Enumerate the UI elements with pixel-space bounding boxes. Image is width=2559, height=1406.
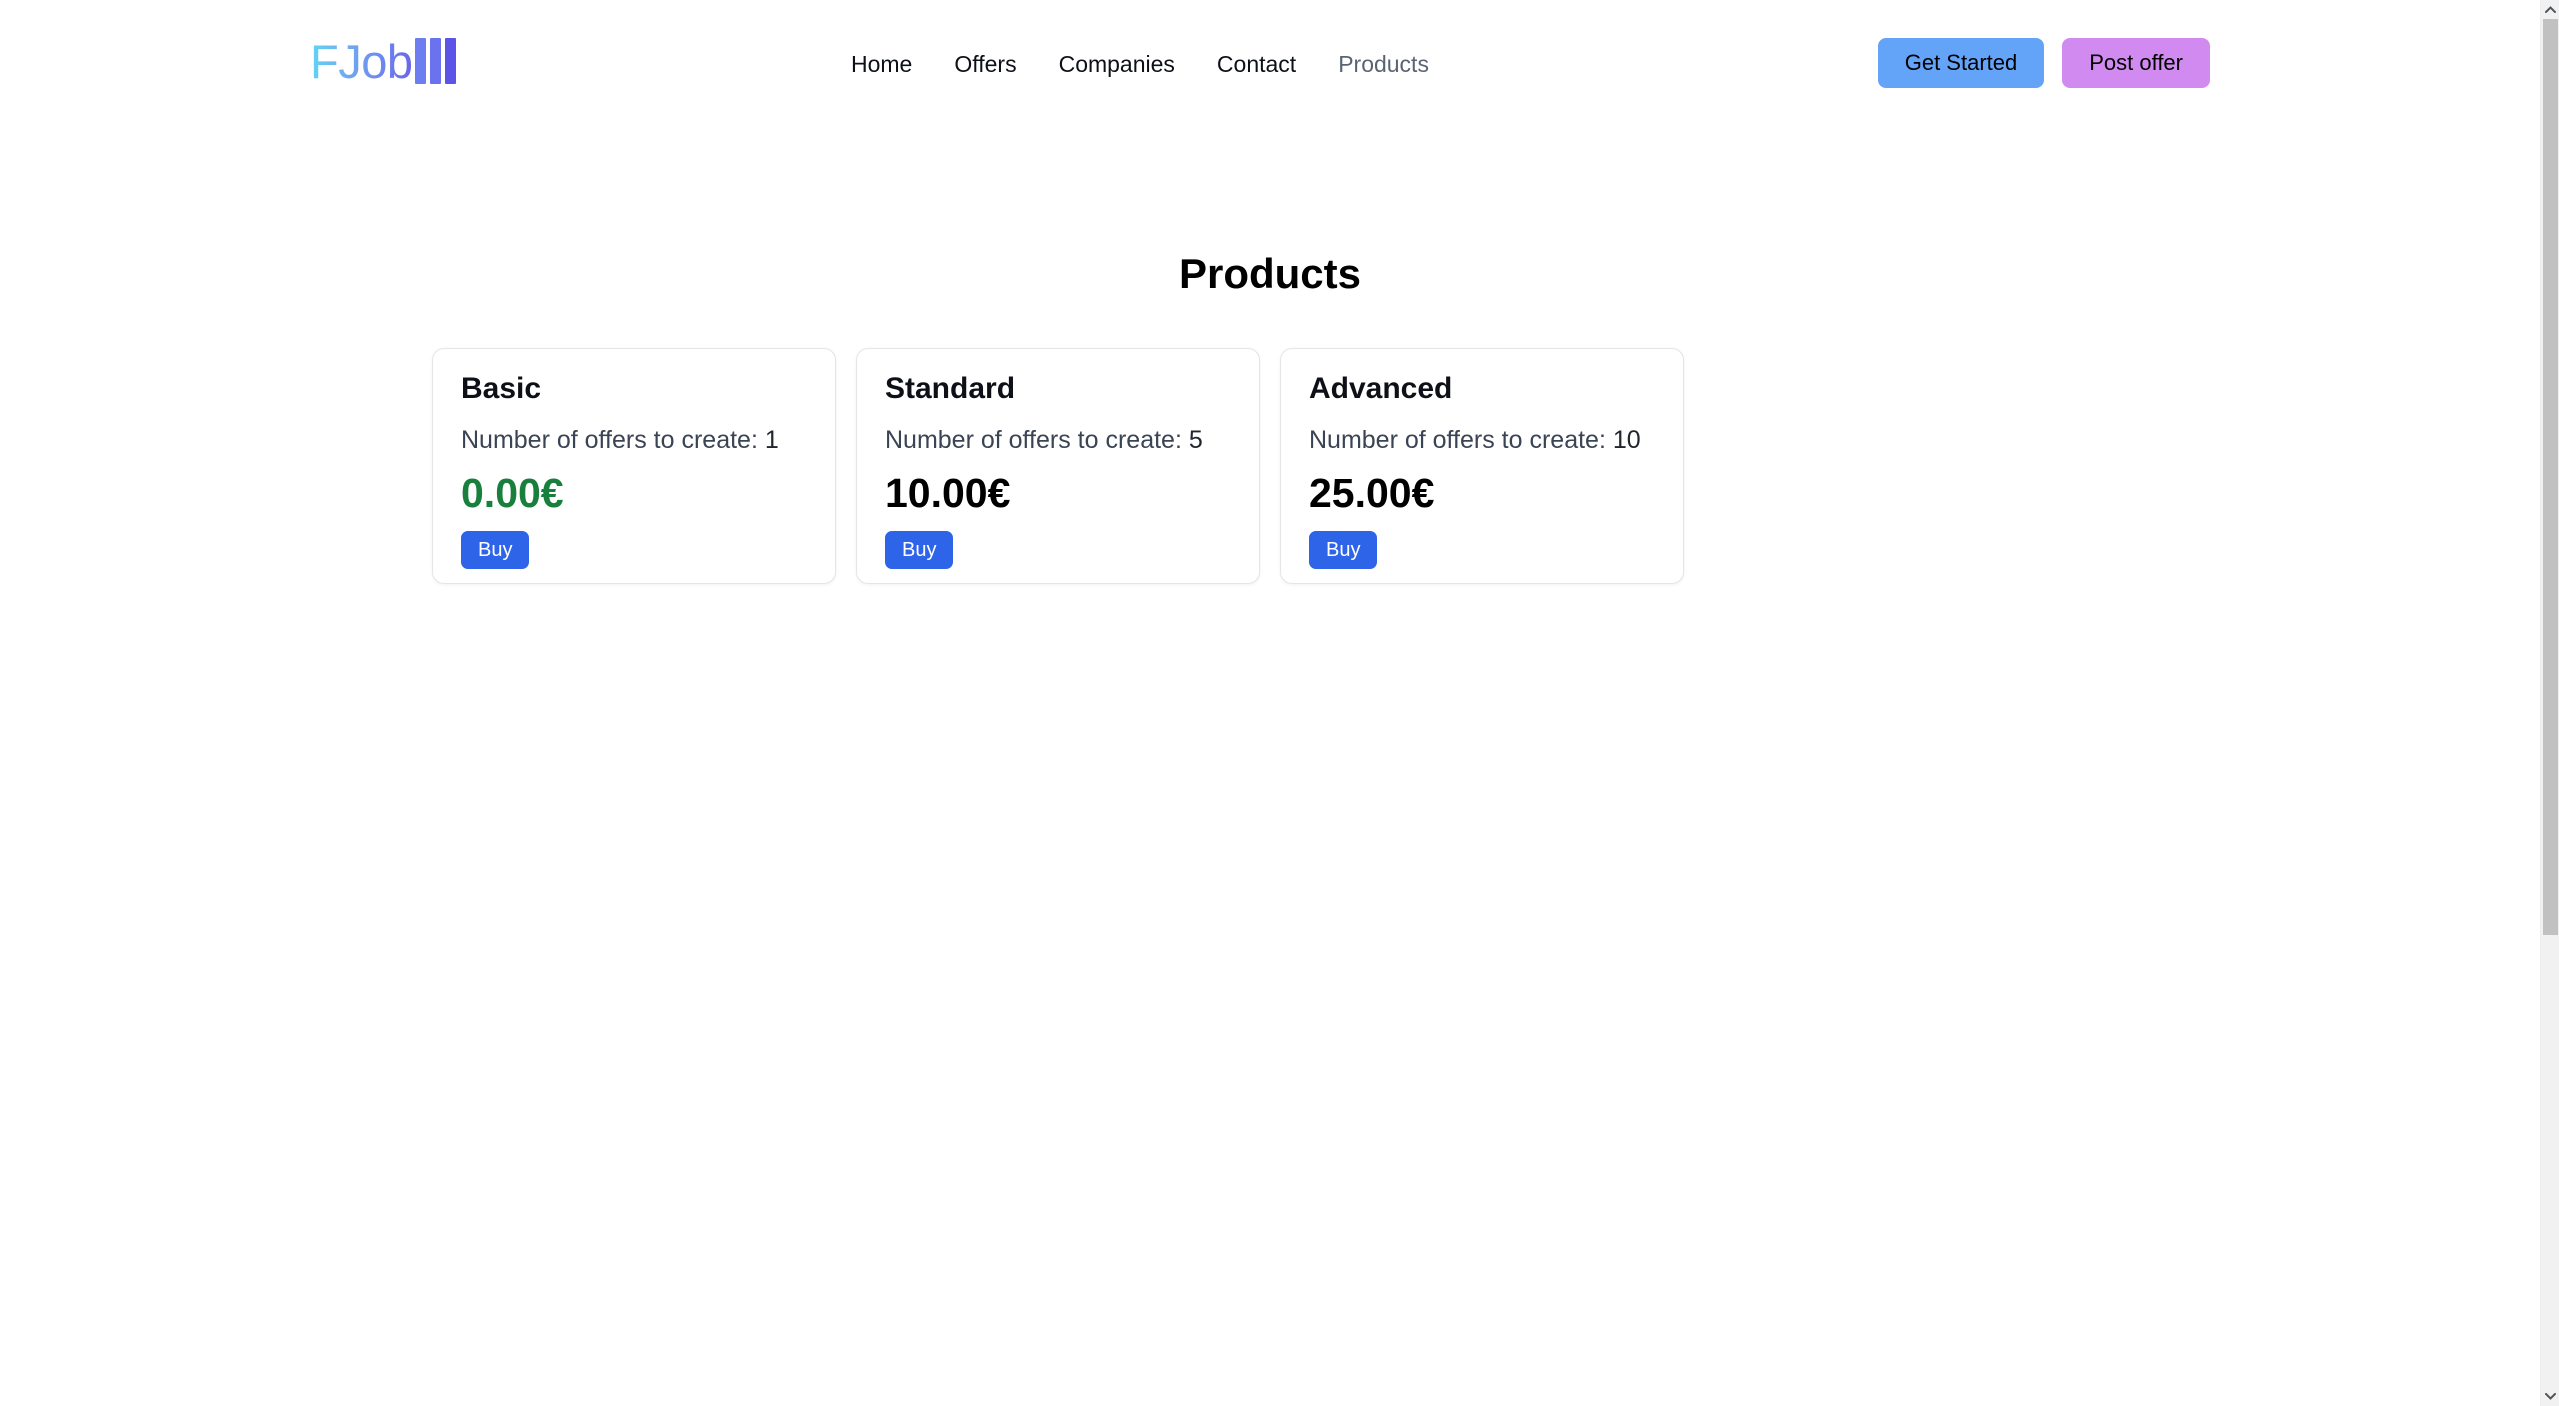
post-offer-button[interactable]: Post offer [2062,38,2210,88]
product-card-list: Basic Number of offers to create: 1 0.00… [432,348,1684,584]
product-title: Basic [461,371,541,407]
scroll-up-button[interactable] [2541,0,2559,19]
chevron-up-icon [2545,6,2556,13]
product-offers-count: 5 [1189,426,1203,454]
product-price: 10.00€ [885,469,1010,517]
buy-button[interactable]: Buy [461,531,529,569]
page-title: Products [0,248,2540,300]
brand-name: FJob [310,38,413,85]
main-navigation: Home Offers Companies Contact Products [830,47,1450,81]
product-offers-line: Number of offers to create: 10 [1309,425,1641,455]
product-card-advanced[interactable]: Advanced Number of offers to create: 10 … [1280,348,1684,584]
product-card-basic[interactable]: Basic Number of offers to create: 1 0.00… [432,348,836,584]
brand-bar-1 [415,38,426,84]
scrollbar-thumb[interactable] [2543,19,2558,935]
product-offers-count: 10 [1613,426,1641,454]
buy-button[interactable]: Buy [1309,531,1377,569]
product-offers-line: Number of offers to create: 1 [461,425,779,455]
nav-link-companies[interactable]: Companies [1038,47,1196,81]
product-offers-line: Number of offers to create: 5 [885,425,1203,455]
nav-link-home[interactable]: Home [830,47,933,81]
product-card-standard[interactable]: Standard Number of offers to create: 5 1… [856,348,1260,584]
product-price: 25.00€ [1309,469,1434,517]
vertical-scrollbar[interactable] [2540,0,2559,1406]
buy-button[interactable]: Buy [885,531,953,569]
page-root: FJob Home Offers Companies Contact Produ… [0,0,2559,1406]
brand-logo[interactable]: FJob [310,33,456,89]
brand-bar-3 [445,38,456,84]
nav-link-offers[interactable]: Offers [933,47,1037,81]
product-title: Standard [885,371,1015,407]
product-offers-count: 1 [765,426,779,454]
nav-link-contact[interactable]: Contact [1196,47,1317,81]
scroll-down-button[interactable] [2541,1387,2559,1406]
product-offers-label: Number of offers to create: [1309,426,1606,454]
chevron-down-icon [2545,1393,2556,1400]
navbar-actions: Get Started Post offer [1878,38,2210,88]
brand-bar-2 [430,38,441,84]
nav-link-products[interactable]: Products [1317,47,1450,81]
navbar: FJob Home Offers Companies Contact Produ… [0,0,2540,128]
product-price: 0.00€ [461,469,564,517]
product-title: Advanced [1309,371,1452,407]
get-started-button[interactable]: Get Started [1878,38,2045,88]
product-offers-label: Number of offers to create: [885,426,1182,454]
product-offers-label: Number of offers to create: [461,426,758,454]
brand-bars-icon [415,38,456,84]
